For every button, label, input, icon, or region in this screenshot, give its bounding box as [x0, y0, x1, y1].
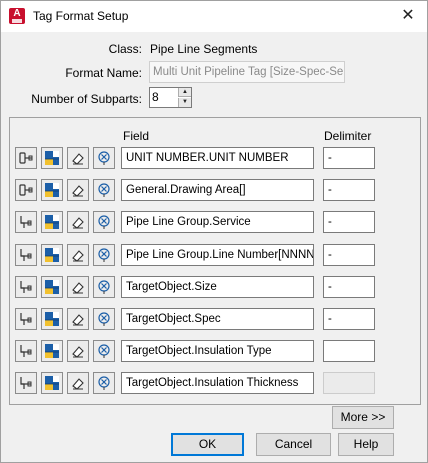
tag-format-setup-dialog: A Tag Format Setup ✕ Class: Pipe Line Se… — [0, 0, 428, 463]
move-subpart-button[interactable] — [93, 244, 115, 266]
more-button[interactable]: More >> — [332, 406, 394, 429]
help-button[interactable]: Help — [338, 433, 394, 456]
class-value: Pipe Line Segments — [150, 42, 258, 56]
field-column-header: Field — [123, 129, 150, 143]
move-subpart-button[interactable] — [93, 276, 115, 298]
subpart-row: Pipe Line Group.Service - — [15, 211, 395, 235]
move-subpart-button[interactable] — [93, 308, 115, 330]
field-input[interactable]: Pipe Line Group.Line Number[NNNN] — [121, 244, 314, 266]
subpart-row: UNIT NUMBER.UNIT NUMBER - — [15, 147, 395, 171]
format-palette-button[interactable] — [41, 179, 63, 201]
select-property-button[interactable] — [15, 179, 37, 201]
subpart-row: General.Drawing Area[] - — [15, 179, 395, 203]
field-input[interactable]: TargetObject.Size — [121, 276, 314, 298]
app-icon-letter: A — [13, 8, 21, 19]
move-subpart-button[interactable] — [93, 179, 115, 201]
close-icon[interactable]: ✕ — [397, 5, 419, 27]
cancel-button[interactable]: Cancel — [256, 433, 331, 456]
delimiter-input[interactable]: - — [323, 179, 375, 201]
clear-field-button[interactable] — [67, 340, 89, 362]
clear-field-button[interactable] — [67, 211, 89, 233]
format-palette-button[interactable] — [41, 244, 63, 266]
delimiter-input[interactable]: - — [323, 147, 375, 169]
format-palette-button[interactable] — [41, 147, 63, 169]
clear-field-button[interactable] — [67, 244, 89, 266]
select-property-button[interactable] — [15, 244, 37, 266]
delimiter-input[interactable]: - — [323, 211, 375, 233]
format-palette-button[interactable] — [41, 340, 63, 362]
format-name-label: Format Name: — [65, 66, 142, 80]
spin-down-icon[interactable]: ▼ — [178, 98, 191, 107]
title-bar: A Tag Format Setup ✕ — [1, 1, 427, 32]
subpart-row: TargetObject.Spec - — [15, 308, 395, 332]
autocad-app-icon: A — [9, 8, 25, 24]
format-palette-button[interactable] — [41, 276, 63, 298]
field-input[interactable]: TargetObject.Spec — [121, 308, 314, 330]
delimiter-input[interactable]: - — [323, 244, 375, 266]
clear-field-button[interactable] — [67, 147, 89, 169]
move-subpart-button[interactable] — [93, 147, 115, 169]
subpart-row: Pipe Line Group.Line Number[NNNN] - — [15, 244, 395, 268]
select-property-button[interactable] — [15, 211, 37, 233]
field-input[interactable]: TargetObject.Insulation Type — [121, 340, 314, 362]
delimiter-input — [323, 372, 375, 394]
move-subpart-button[interactable] — [93, 340, 115, 362]
class-label: Class: — [108, 42, 142, 56]
move-subpart-button[interactable] — [93, 211, 115, 233]
subpart-row: TargetObject.Insulation Thickness — [15, 372, 395, 396]
field-input[interactable]: UNIT NUMBER.UNIT NUMBER — [121, 147, 314, 169]
ok-button[interactable]: OK — [171, 433, 244, 456]
move-subpart-button[interactable] — [93, 372, 115, 394]
window-title: Tag Format Setup — [33, 9, 129, 23]
format-name-field: Multi Unit Pipeline Tag [Size-Spec-Servi… — [149, 61, 345, 83]
clear-field-button[interactable] — [67, 372, 89, 394]
delimiter-input[interactable]: - — [323, 276, 375, 298]
format-palette-button[interactable] — [41, 308, 63, 330]
clear-field-button[interactable] — [67, 179, 89, 201]
format-palette-button[interactable] — [41, 372, 63, 394]
field-input[interactable]: General.Drawing Area[] — [121, 179, 314, 201]
subparts-stepper[interactable]: 8 ▲ ▼ — [149, 87, 192, 108]
select-property-button[interactable] — [15, 340, 37, 362]
select-property-button[interactable] — [15, 372, 37, 394]
subpart-row: TargetObject.Size - — [15, 276, 395, 300]
delimiter-input[interactable] — [323, 340, 375, 362]
field-input[interactable]: TargetObject.Insulation Thickness — [121, 372, 314, 394]
clear-field-button[interactable] — [67, 276, 89, 298]
format-palette-button[interactable] — [41, 211, 63, 233]
field-input[interactable]: Pipe Line Group.Service — [121, 211, 314, 233]
select-property-button[interactable] — [15, 147, 37, 169]
subparts-value[interactable]: 8 — [152, 90, 159, 104]
subpart-row: TargetObject.Insulation Type — [15, 340, 395, 364]
select-property-button[interactable] — [15, 308, 37, 330]
subparts-label: Number of Subparts: — [31, 92, 142, 106]
spin-up-icon[interactable]: ▲ — [178, 88, 191, 97]
delimiter-column-header: Delimiter — [324, 129, 372, 143]
clear-field-button[interactable] — [67, 308, 89, 330]
select-property-button[interactable] — [15, 276, 37, 298]
delimiter-input[interactable]: - — [323, 308, 375, 330]
